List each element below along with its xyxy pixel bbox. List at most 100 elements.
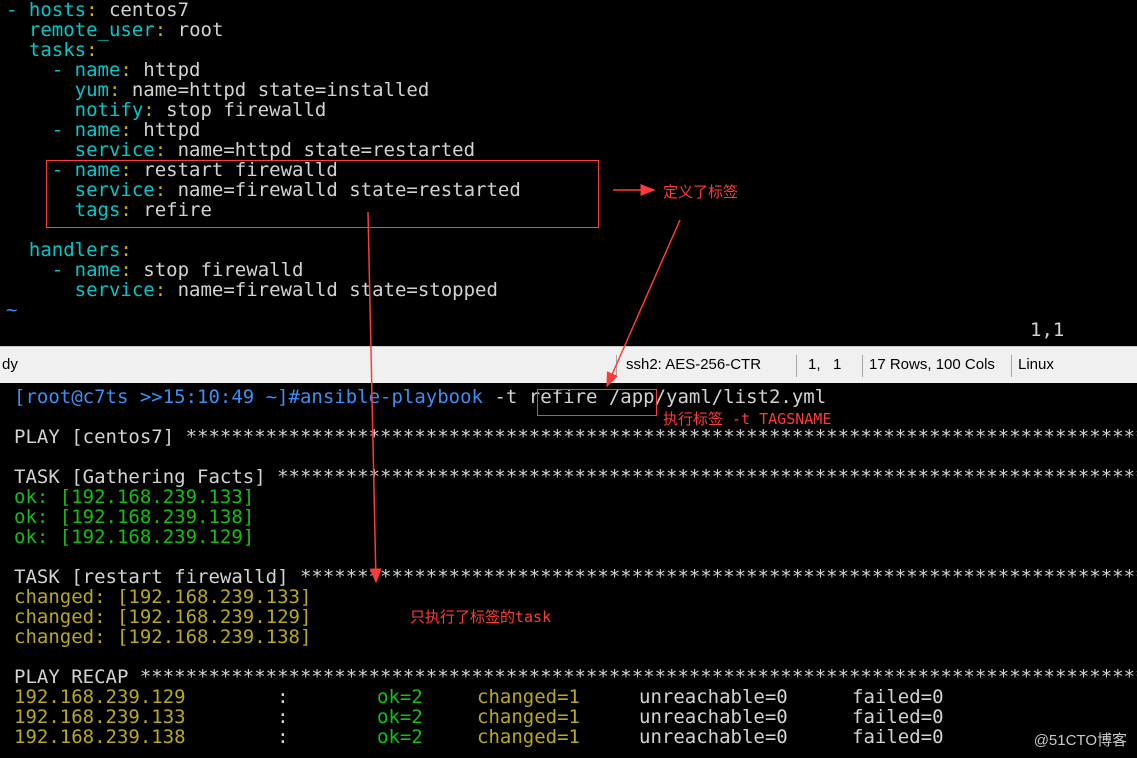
yaml-key: - hosts: [6, 0, 87, 21]
yaml-line: - hosts: centos7: [6, 0, 189, 20]
ok-host-line: ok: [192.168.239.138]: [14, 506, 255, 528]
yaml-indent: [6, 119, 52, 141]
recap-separator: :: [185, 726, 300, 748]
yaml-line: tasks:: [6, 40, 98, 60]
yaml-indent: [6, 39, 29, 61]
ok-host-line: ok: [192.168.239.133]: [14, 486, 255, 508]
yaml-indent: [6, 79, 75, 101]
play-header: PLAY [centos7] *************************…: [14, 426, 1137, 448]
yaml-key: notify: [74, 99, 144, 121]
task-gathering-facts: TASK [Gathering Facts] *****************…: [14, 466, 1137, 488]
command-line: [root@c7ts >>15:10:49 ~]#ansible-playboo…: [14, 387, 826, 407]
recap-failed-count: failed=0: [852, 686, 944, 708]
status-divider: [862, 355, 863, 377]
yaml-indent: [6, 159, 52, 181]
yaml-colon: :: [86, 0, 98, 21]
recap-host: 192.168.239.133: [14, 706, 186, 728]
yaml-key: - name: [51, 119, 121, 141]
yaml-indent: [6, 59, 52, 81]
yaml-colon: :: [154, 19, 167, 41]
recap-ok-count: ok=2: [377, 686, 423, 708]
recap-changed-count: changed=1: [477, 686, 580, 708]
yaml-key: service: [74, 279, 155, 301]
yaml-line: handlers:: [6, 240, 132, 260]
yaml-indent: [6, 139, 75, 161]
yaml-key: handlers: [28, 239, 121, 261]
yaml-indent: [6, 239, 29, 261]
ok-host-line: ok: [192.168.239.129]: [14, 526, 255, 548]
status-terminal-size: 17 Rows, 100 Cols: [869, 356, 995, 373]
yaml-line: remote_user: root: [6, 19, 224, 41]
yaml-line: service: name=httpd state=restarted: [6, 140, 475, 160]
annotation-exec-tag: 执行标签 -t TAGSNAME: [663, 410, 832, 428]
yaml-colon: :: [108, 79, 121, 101]
yaml-key: - name: [51, 259, 121, 281]
yaml-colon: :: [154, 139, 167, 161]
yaml-value: centos7: [97, 0, 190, 21]
status-os: Linux: [1018, 356, 1054, 373]
recap-separator: :: [185, 706, 300, 728]
recap-row: 192.168.239.138 : ok=2 changed=1 unreachab…: [14, 726, 944, 748]
yaml-line: - name: httpd: [6, 120, 201, 140]
yaml-colon: :: [120, 259, 132, 281]
status-divider: [796, 355, 797, 377]
yaml-value: name=httpd state=installed: [120, 79, 430, 101]
yaml-key: - name: [51, 59, 121, 81]
yaml-indent: [6, 279, 75, 301]
yaml-indent: [6, 259, 52, 281]
recap-unreachable-count: unreachable=0: [639, 686, 788, 708]
editor-tilde: ~: [6, 299, 18, 321]
tag-option-highlight-box: [537, 389, 657, 416]
play-recap-header: PLAY RECAP *****************************…: [14, 666, 1137, 688]
yaml-key: yum: [74, 79, 109, 101]
recap-changed-count: changed=1: [477, 726, 580, 748]
yaml-colon: :: [120, 239, 132, 261]
yaml-colon: :: [86, 39, 98, 61]
recap-failed-count: failed=0: [852, 726, 944, 748]
yaml-value: httpd: [131, 59, 201, 81]
yaml-colon: :: [120, 119, 132, 141]
yaml-line: service: name=firewalld state=stopped: [6, 280, 498, 300]
yaml-indent: [6, 99, 75, 121]
changed-host-line: changed: [192.168.239.133]: [14, 586, 312, 608]
yaml-colon: :: [120, 59, 132, 81]
yaml-value: name=firewalld state=stopped: [166, 279, 498, 301]
yaml-line: - name: stop firewalld: [6, 259, 304, 281]
status-left-text: dy: [2, 356, 18, 373]
yaml-value: stop firewalld: [131, 259, 304, 281]
changed-host-line: changed: [192.168.239.138]: [14, 626, 312, 648]
recap-unreachable-count: unreachable=0: [639, 726, 788, 748]
terminal-pane[interactable]: [root@c7ts >>15:10:49 ~]#ansible-playboo…: [0, 383, 1137, 758]
yaml-value: name=httpd state=restarted: [166, 139, 476, 161]
yaml-value: stop firewalld: [154, 99, 327, 121]
recap-host: 192.168.239.138: [14, 726, 186, 748]
yaml-value: root: [166, 19, 224, 41]
yaml-key: service: [74, 139, 155, 161]
status-cursor-position: 1, 1: [808, 356, 842, 373]
yaml-colon: :: [143, 99, 155, 121]
yaml-value: httpd: [131, 119, 201, 141]
status-bar: dy ssh2: AES-256-CTR 1, 1 17 Rows, 100 C…: [0, 346, 1137, 384]
yaml-indent: [6, 19, 29, 41]
tag-definition-highlight-box: [46, 160, 599, 228]
recap-failed-count: failed=0: [852, 706, 944, 728]
recap-host: 192.168.239.129: [14, 686, 186, 708]
status-divider: [1011, 355, 1012, 377]
yaml-line: yum: name=httpd state=installed: [6, 79, 430, 101]
vim-cursor-position: 1,1: [1030, 319, 1065, 341]
shell-prompt: [root@c7ts >>15:10:49 ~]#ansible-playboo…: [14, 386, 495, 408]
recap-row: 192.168.239.133 : ok=2 changed=1 unreachab…: [14, 706, 944, 728]
recap-unreachable-count: unreachable=0: [639, 706, 788, 728]
recap-separator: :: [185, 686, 300, 708]
recap-changed-count: changed=1: [477, 706, 580, 728]
status-divider: [616, 355, 617, 377]
watermark: @51CTO博客: [1033, 732, 1127, 749]
annotation-only-exec: 只执行了标签的task: [410, 608, 552, 626]
recap-ok-count: ok=2: [377, 726, 423, 748]
recap-row: 192.168.239.129 : ok=2 changed=1 unreachab…: [14, 686, 944, 708]
yaml-colon: :: [154, 279, 167, 301]
yaml-key: tasks: [28, 39, 87, 61]
status-cipher: ssh2: AES-256-CTR: [626, 356, 762, 373]
recap-ok-count: ok=2: [377, 706, 423, 728]
changed-host-line: changed: [192.168.239.129]: [14, 606, 312, 628]
